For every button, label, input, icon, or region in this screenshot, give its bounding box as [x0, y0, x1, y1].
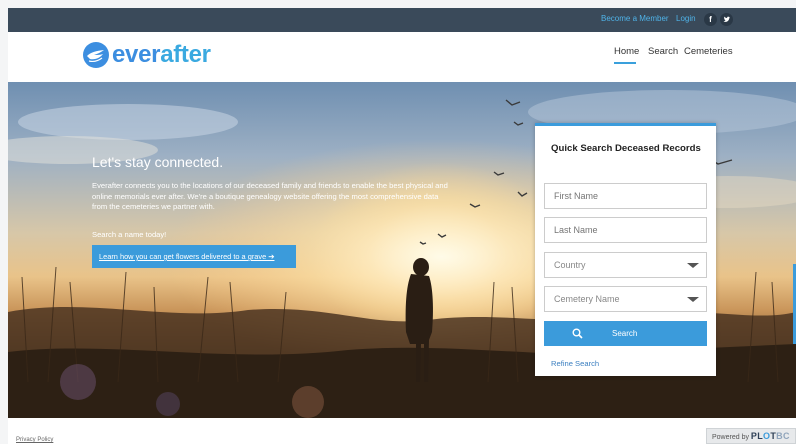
cemetery-select[interactable]: Cemetery Name [544, 286, 707, 312]
search-button-label: Search [612, 329, 638, 338]
plotbox-logo-part1: PL [750, 431, 764, 441]
hero-cta-text: Search a name today! [92, 230, 167, 239]
nav-search[interactable]: Search [648, 46, 678, 57]
login-link[interactable]: Login [676, 14, 696, 23]
logo[interactable]: everafter [82, 41, 211, 69]
privacy-policy-link[interactable]: Privacy Policy [16, 437, 53, 443]
twitter-icon[interactable] [720, 13, 733, 26]
page: Become a Member Login f everafter Home S… [8, 8, 796, 444]
hero-description: Everafter connects you to the locations … [92, 181, 448, 212]
dropdown-caret-icon [687, 297, 699, 302]
search-icon [572, 328, 583, 339]
logo-bird-icon [83, 42, 109, 68]
refine-search-link[interactable]: Refine Search [551, 359, 599, 368]
logo-text: everafter [112, 41, 211, 69]
site-header: everafter Home Search Cemeteries [8, 32, 796, 82]
hero-title: Let's stay connected. [92, 154, 224, 170]
flowers-delivery-button[interactable]: Learn how you can get flowers delivered … [92, 245, 296, 268]
quick-search-panel: Quick Search Deceased Records Country Ce… [535, 123, 716, 376]
first-name-input[interactable] [544, 183, 707, 209]
quick-search-title: Quick Search Deceased Records [551, 143, 701, 154]
dropdown-caret-icon [687, 263, 699, 268]
logo-text-after: after [160, 41, 211, 68]
search-button[interactable]: Search [544, 321, 707, 346]
facebook-icon[interactable]: f [704, 13, 717, 26]
nav-home[interactable]: Home [614, 46, 639, 57]
powered-by-label: Powered by [712, 434, 749, 441]
logo-text-ever: ever [112, 41, 161, 68]
last-name-input[interactable] [544, 217, 707, 243]
country-select-value: Country [554, 260, 586, 270]
nav-cemeteries[interactable]: Cemeteries [684, 46, 733, 57]
plotbox-logo: PLOTBC [751, 431, 790, 441]
active-nav-indicator [614, 62, 636, 64]
cemetery-select-value: Cemetery Name [554, 294, 620, 304]
top-bar: Become a Member Login f [8, 8, 796, 32]
plotbox-logo-part4: BC [776, 431, 790, 441]
country-select[interactable]: Country [544, 252, 707, 278]
become-member-link[interactable]: Become a Member [601, 14, 669, 23]
twitter-bird-glyph [723, 16, 730, 22]
powered-by-badge[interactable]: Powered by PLOTBC [706, 428, 796, 444]
